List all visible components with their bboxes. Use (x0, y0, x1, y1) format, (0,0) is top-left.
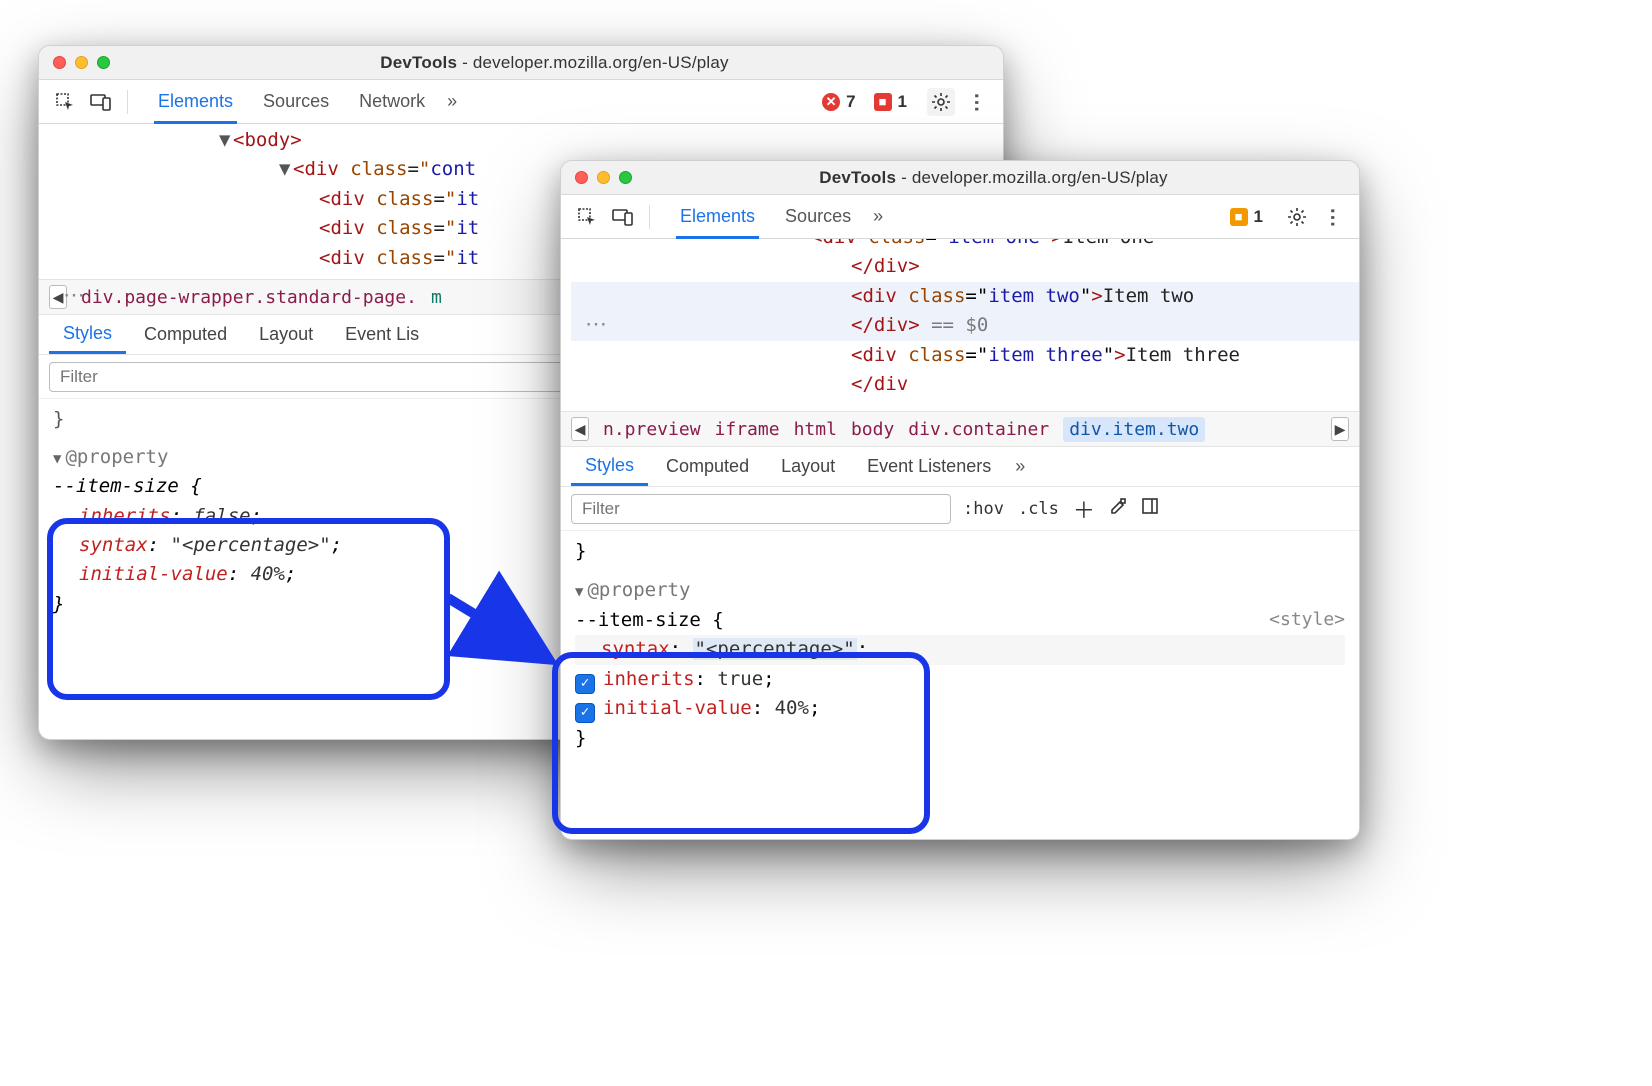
selector[interactable]: --item-size (53, 475, 179, 497)
main-toolbar: Elements Sources » ■ 1 ⋯ (561, 195, 1359, 239)
inspect-icon[interactable] (573, 203, 601, 231)
maximize-icon[interactable] (619, 171, 632, 184)
subtab-layout[interactable]: Layout (245, 315, 327, 354)
breadcrumb-item-selected[interactable]: div.item.two (1063, 417, 1205, 442)
breadcrumb-item[interactable]: html (794, 419, 837, 440)
maximize-icon[interactable] (97, 56, 110, 69)
tab-network[interactable]: Network (345, 80, 439, 123)
settings-icon[interactable] (1283, 203, 1311, 231)
filter-tools: :hov .cls ＋ (963, 493, 1159, 525)
at-rule[interactable]: @property (65, 446, 168, 468)
more-menu-icon[interactable]: ⋯ (1319, 203, 1347, 231)
filter-bar: :hov .cls ＋ (561, 487, 1359, 531)
warning-counter[interactable]: ■ 1 (1230, 207, 1263, 227)
subtab-computed[interactable]: Computed (652, 447, 763, 486)
more-menu-icon[interactable]: ⋯ (963, 88, 991, 116)
close-icon[interactable] (53, 56, 66, 69)
source-link[interactable]: <style> (1269, 606, 1345, 634)
warning-count: 1 (898, 92, 907, 112)
cls-toggle[interactable]: .cls (1018, 499, 1059, 519)
error-count: 7 (846, 92, 855, 112)
breadcrumb-right-icon[interactable]: ▶ (1331, 417, 1349, 441)
subtab-event-listeners[interactable]: Event Lis (331, 315, 433, 354)
panel-tabs: Elements Sources Network » (144, 80, 463, 123)
more-tabs-icon[interactable]: » (441, 91, 463, 112)
minimize-icon[interactable] (75, 56, 88, 69)
panel-tabs: Elements Sources » (666, 195, 889, 238)
more-tabs-icon[interactable]: » (867, 206, 889, 227)
breadcrumb-bar: ◀ n.preview iframe html body div.contain… (561, 411, 1359, 447)
filter-input[interactable] (571, 494, 951, 524)
window-title: DevTools - developer.mozilla.org/en-US/p… (642, 168, 1345, 188)
breadcrumb-item[interactable]: div.page-wrapper.standard-page. (81, 287, 417, 308)
subtab-styles[interactable]: Styles (571, 447, 648, 486)
tab-elements[interactable]: Elements (144, 80, 247, 123)
close-icon[interactable] (575, 171, 588, 184)
more-subtabs-icon[interactable]: » (1009, 456, 1031, 477)
main-toolbar: Elements Sources Network » ✕ 7 ■ 1 ⋯ (39, 80, 1003, 124)
titlebar[interactable]: DevTools - developer.mozilla.org/en-US/p… (39, 46, 1003, 80)
subtab-event-listeners[interactable]: Event Listeners (853, 447, 1005, 486)
panel-layout-icon[interactable] (1141, 497, 1159, 520)
issue-icon: ■ (874, 93, 892, 111)
tab-elements[interactable]: Elements (666, 195, 769, 238)
error-counter[interactable]: ✕ 7 (822, 92, 855, 112)
traffic-lights (575, 171, 632, 184)
dom-tag[interactable]: <body> (233, 129, 302, 151)
tab-sources[interactable]: Sources (771, 195, 865, 238)
devtools-window-front: DevTools - developer.mozilla.org/en-US/p… (560, 160, 1360, 840)
styles-subtabs: Styles Computed Layout Event Listeners » (561, 447, 1359, 487)
titlebar[interactable]: DevTools - developer.mozilla.org/en-US/p… (561, 161, 1359, 195)
inspect-icon[interactable] (51, 88, 79, 116)
styles-pane[interactable]: } ▼@property <style> --item-size { synta… (561, 531, 1359, 767)
breadcrumb-item[interactable]: m (431, 287, 442, 308)
subtab-layout[interactable]: Layout (767, 447, 849, 486)
warning-counter[interactable]: ■ 1 (874, 92, 907, 112)
tree-ellipsis-icon[interactable]: ⋯ (585, 311, 609, 337)
device-toggle-icon[interactable] (609, 203, 637, 231)
settings-icon[interactable] (927, 88, 955, 116)
rule-toggle-checkbox[interactable]: ✓ (575, 703, 595, 723)
breadcrumb-left-icon[interactable]: ◀ (571, 417, 589, 441)
error-icon: ✕ (822, 93, 840, 111)
subtab-computed[interactable]: Computed (130, 315, 241, 354)
device-toggle-icon[interactable] (87, 88, 115, 116)
tab-sources[interactable]: Sources (249, 80, 343, 123)
new-rule-icon[interactable]: ＋ (1073, 493, 1095, 525)
selector[interactable]: --item-size (575, 609, 701, 631)
elements-tree[interactable]: <div class="item one">Item one </div> <d… (561, 239, 1359, 411)
issue-icon: ■ (1230, 208, 1248, 226)
breadcrumb-item[interactable]: div.container (908, 419, 1049, 440)
at-rule[interactable]: @property (587, 579, 690, 601)
minimize-icon[interactable] (597, 171, 610, 184)
breadcrumb-item[interactable]: iframe (715, 419, 780, 440)
title-url: developer.mozilla.org/en-US/play (473, 53, 729, 72)
hov-toggle[interactable]: :hov (963, 499, 1004, 519)
annotation-arrow-icon (440, 580, 580, 700)
tree-ellipsis-icon[interactable]: ⋯ (63, 282, 87, 308)
breadcrumb-item[interactable]: n.preview (603, 419, 701, 440)
subtab-styles[interactable]: Styles (49, 315, 126, 354)
window-title: DevTools - developer.mozilla.org/en-US/p… (120, 53, 989, 73)
selected-node[interactable]: <div class="item two">Item two (571, 282, 1359, 311)
brush-icon[interactable] (1109, 497, 1127, 520)
breadcrumb-item[interactable]: body (851, 419, 894, 440)
title-prefix: DevTools (380, 53, 457, 72)
traffic-lights (53, 56, 110, 69)
